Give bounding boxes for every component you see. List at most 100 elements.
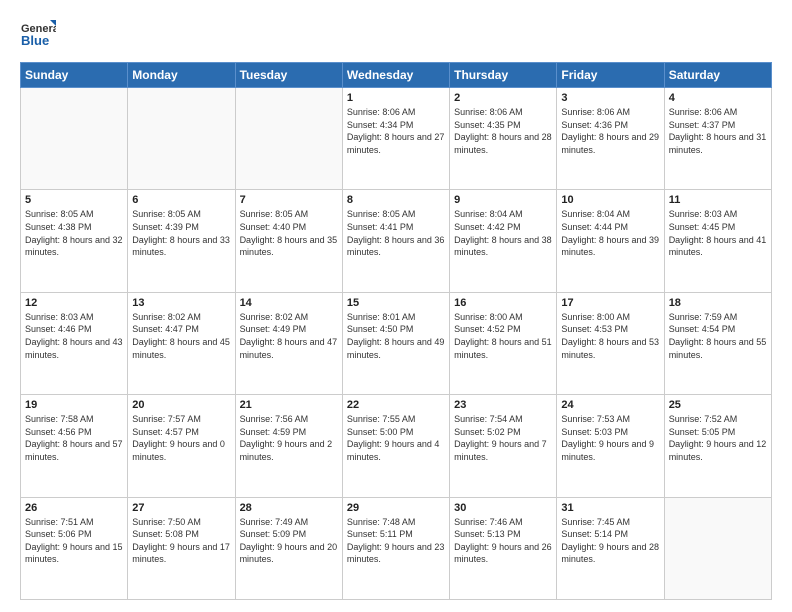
weekday-header: Wednesday bbox=[342, 63, 449, 88]
weekday-header: Friday bbox=[557, 63, 664, 88]
day-number: 31 bbox=[561, 502, 659, 514]
day-cell: 10Sunrise: 8:04 AMSunset: 4:44 PMDayligh… bbox=[557, 190, 664, 292]
day-number: 22 bbox=[347, 399, 445, 411]
day-number: 25 bbox=[669, 399, 767, 411]
calendar-table: SundayMondayTuesdayWednesdayThursdayFrid… bbox=[20, 62, 772, 600]
day-number: 7 bbox=[240, 194, 338, 206]
day-cell: 6 Sunrise: 8:05 AMSunset: 4:39 PMDaylight… bbox=[128, 190, 235, 292]
day-number: 29 bbox=[347, 502, 445, 514]
day-number: 11 bbox=[669, 194, 767, 206]
day-cell: 29 Sunrise: 7:48 AMSunset: 5:11 PMDayligh… bbox=[342, 497, 449, 599]
day-number: 5 bbox=[25, 194, 123, 206]
week-row: 5Sunrise: 8:05 AMSunset: 4:38 PMDaylight… bbox=[21, 190, 772, 292]
day-cell: 17 Sunrise: 8:00 AMSunset: 4:53 PMDayligh… bbox=[557, 292, 664, 394]
day-number: 15 bbox=[347, 297, 445, 309]
day-cell bbox=[235, 88, 342, 190]
day-cell: 2Sunrise: 8:06 AMSunset: 4:35 PMDaylight… bbox=[450, 88, 557, 190]
header: General Blue bbox=[20, 16, 772, 52]
day-number: 21 bbox=[240, 399, 338, 411]
day-number: 27 bbox=[132, 502, 230, 514]
weekday-header: Monday bbox=[128, 63, 235, 88]
day-cell: 1Sunrise: 8:06 AMSunset: 4:34 PMDaylight… bbox=[342, 88, 449, 190]
weekday-header: Saturday bbox=[664, 63, 771, 88]
day-number: 10 bbox=[561, 194, 659, 206]
day-cell bbox=[21, 88, 128, 190]
day-info: Sunrise: 7:52 AMSunset: 5:05 PMDaylight:… bbox=[669, 413, 767, 463]
day-cell: 21 Sunrise: 7:56 AMSunset: 4:59 PMDayligh… bbox=[235, 395, 342, 497]
day-info: Sunrise: 7:53 AMSunset: 5:03 PMDaylight:… bbox=[561, 413, 659, 463]
day-info: Sunrise: 8:03 AMSunset: 4:46 PMDaylight:… bbox=[25, 311, 123, 361]
day-number: 4 bbox=[669, 92, 767, 104]
day-info: Sunrise: 8:05 AMSunset: 4:39 PMDaylight:… bbox=[132, 208, 230, 258]
day-info: Sunrise: 8:06 AMSunset: 4:36 PMDaylight:… bbox=[561, 106, 659, 156]
day-number: 2 bbox=[454, 92, 552, 104]
day-info: Sunrise: 7:49 AMSunset: 5:09 PMDaylight:… bbox=[240, 516, 338, 566]
weekday-header: Tuesday bbox=[235, 63, 342, 88]
day-number: 24 bbox=[561, 399, 659, 411]
day-cell: 15 Sunrise: 8:01 AMSunset: 4:50 PMDayligh… bbox=[342, 292, 449, 394]
day-cell: 3 Sunrise: 8:06 AMSunset: 4:36 PMDaylight… bbox=[557, 88, 664, 190]
day-number: 26 bbox=[25, 502, 123, 514]
day-info: Sunrise: 8:02 AMSunset: 4:49 PMDaylight:… bbox=[240, 311, 338, 361]
week-row: 12Sunrise: 8:03 AMSunset: 4:46 PMDayligh… bbox=[21, 292, 772, 394]
day-cell: 11Sunrise: 8:03 AMSunset: 4:45 PMDayligh… bbox=[664, 190, 771, 292]
logo: General Blue bbox=[20, 16, 56, 52]
week-row: 26 Sunrise: 7:51 AMSunset: 5:06 PMDayligh… bbox=[21, 497, 772, 599]
day-number: 19 bbox=[25, 399, 123, 411]
day-number: 8 bbox=[347, 194, 445, 206]
day-info: Sunrise: 7:46 AMSunset: 5:13 PMDaylight:… bbox=[454, 516, 552, 566]
day-number: 14 bbox=[240, 297, 338, 309]
day-info: Sunrise: 7:55 AMSunset: 5:00 PMDaylight:… bbox=[347, 413, 445, 463]
day-info: Sunrise: 7:50 AMSunset: 5:08 PMDaylight:… bbox=[132, 516, 230, 566]
day-info: Sunrise: 7:56 AMSunset: 4:59 PMDaylight:… bbox=[240, 413, 338, 463]
weekday-header: Thursday bbox=[450, 63, 557, 88]
day-cell: 30 Sunrise: 7:46 AMSunset: 5:13 PMDayligh… bbox=[450, 497, 557, 599]
day-info: Sunrise: 8:02 AMSunset: 4:47 PMDaylight:… bbox=[132, 311, 230, 361]
day-info: Sunrise: 7:54 AMSunset: 5:02 PMDaylight:… bbox=[454, 413, 552, 463]
day-number: 6 bbox=[132, 194, 230, 206]
logo-container: General Blue bbox=[20, 16, 56, 52]
calendar-page: General Blue SundayMondayTuesdayWednesda… bbox=[0, 0, 792, 612]
day-info: Sunrise: 7:51 AMSunset: 5:06 PMDaylight:… bbox=[25, 516, 123, 566]
day-info: Sunrise: 7:57 AMSunset: 4:57 PMDaylight:… bbox=[132, 413, 230, 463]
day-info: Sunrise: 8:06 AMSunset: 4:37 PMDaylight:… bbox=[669, 106, 767, 156]
week-row: 1Sunrise: 8:06 AMSunset: 4:34 PMDaylight… bbox=[21, 88, 772, 190]
day-info: Sunrise: 7:48 AMSunset: 5:11 PMDaylight:… bbox=[347, 516, 445, 566]
day-info: Sunrise: 7:58 AMSunset: 4:56 PMDaylight:… bbox=[25, 413, 123, 463]
day-cell: 16Sunrise: 8:00 AMSunset: 4:52 PMDayligh… bbox=[450, 292, 557, 394]
day-cell: 24 Sunrise: 7:53 AMSunset: 5:03 PMDayligh… bbox=[557, 395, 664, 497]
day-number: 20 bbox=[132, 399, 230, 411]
day-cell: 26 Sunrise: 7:51 AMSunset: 5:06 PMDayligh… bbox=[21, 497, 128, 599]
day-info: Sunrise: 7:45 AMSunset: 5:14 PMDaylight:… bbox=[561, 516, 659, 566]
day-cell: 4 Sunrise: 8:06 AMSunset: 4:37 PMDaylight… bbox=[664, 88, 771, 190]
day-cell: 8 Sunrise: 8:05 AMSunset: 4:41 PMDaylight… bbox=[342, 190, 449, 292]
day-number: 16 bbox=[454, 297, 552, 309]
day-cell: 7 Sunrise: 8:05 AMSunset: 4:40 PMDaylight… bbox=[235, 190, 342, 292]
day-cell: 19 Sunrise: 7:58 AMSunset: 4:56 PMDayligh… bbox=[21, 395, 128, 497]
day-cell: 12Sunrise: 8:03 AMSunset: 4:46 PMDayligh… bbox=[21, 292, 128, 394]
day-info: Sunrise: 8:05 AMSunset: 4:41 PMDaylight:… bbox=[347, 208, 445, 258]
day-cell: 13Sunrise: 8:02 AMSunset: 4:47 PMDayligh… bbox=[128, 292, 235, 394]
day-info: Sunrise: 8:05 AMSunset: 4:40 PMDaylight:… bbox=[240, 208, 338, 258]
day-cell: 14 Sunrise: 8:02 AMSunset: 4:49 PMDayligh… bbox=[235, 292, 342, 394]
day-cell: 22 Sunrise: 7:55 AMSunset: 5:00 PMDayligh… bbox=[342, 395, 449, 497]
logo-svg: General Blue bbox=[20, 16, 56, 52]
day-cell: 28Sunrise: 7:49 AMSunset: 5:09 PMDayligh… bbox=[235, 497, 342, 599]
day-info: Sunrise: 8:01 AMSunset: 4:50 PMDaylight:… bbox=[347, 311, 445, 361]
day-number: 3 bbox=[561, 92, 659, 104]
day-number: 18 bbox=[669, 297, 767, 309]
day-info: Sunrise: 7:59 AMSunset: 4:54 PMDaylight:… bbox=[669, 311, 767, 361]
day-number: 30 bbox=[454, 502, 552, 514]
day-cell: 20 Sunrise: 7:57 AMSunset: 4:57 PMDayligh… bbox=[128, 395, 235, 497]
svg-text:Blue: Blue bbox=[21, 33, 49, 48]
day-number: 17 bbox=[561, 297, 659, 309]
day-cell bbox=[128, 88, 235, 190]
day-cell: 31 Sunrise: 7:45 AMSunset: 5:14 PMDayligh… bbox=[557, 497, 664, 599]
weekday-header: Sunday bbox=[21, 63, 128, 88]
day-cell: 27 Sunrise: 7:50 AMSunset: 5:08 PMDayligh… bbox=[128, 497, 235, 599]
week-row: 19 Sunrise: 7:58 AMSunset: 4:56 PMDayligh… bbox=[21, 395, 772, 497]
day-cell: 9Sunrise: 8:04 AMSunset: 4:42 PMDaylight… bbox=[450, 190, 557, 292]
day-cell: 25 Sunrise: 7:52 AMSunset: 5:05 PMDayligh… bbox=[664, 395, 771, 497]
day-cell bbox=[664, 497, 771, 599]
day-info: Sunrise: 8:00 AMSunset: 4:53 PMDaylight:… bbox=[561, 311, 659, 361]
